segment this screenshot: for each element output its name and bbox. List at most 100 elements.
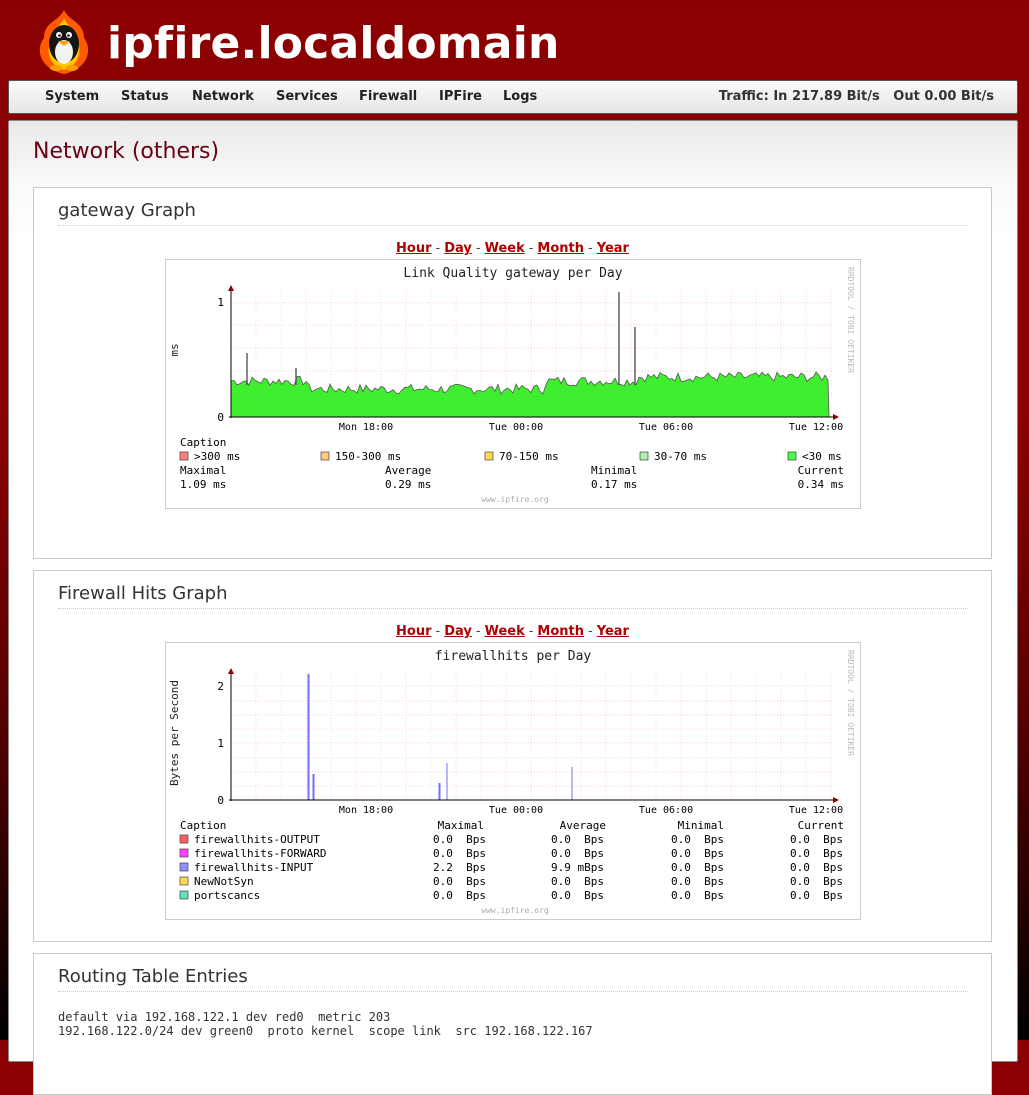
legend-swatch-300 xyxy=(179,451,189,461)
legend-swatch-70-150 xyxy=(484,451,494,461)
legend-label-150-300: 150-300 ms xyxy=(335,450,401,463)
firewall-xtick-1: Mon 18:00 xyxy=(339,805,393,816)
fw-forward-max: 0.0 Bps xyxy=(433,847,486,860)
gateway-y-arrow xyxy=(228,285,234,291)
gateway-watermark: RRDTOOL / TOBI OETIKER xyxy=(846,267,855,373)
firewall-tab-month[interactable]: Month xyxy=(537,624,584,639)
stat-value-min: 0.17 ms xyxy=(591,478,637,491)
stat-header-min: Minimal xyxy=(591,464,637,477)
header: ipfire.localdomain xyxy=(0,0,1029,80)
fw-swatch-forward xyxy=(179,848,189,858)
fw-header-avg: Average xyxy=(560,819,606,832)
fw-portscancs-avg: 0.0 Bps xyxy=(551,889,604,902)
gateway-xtick-1: Mon 18:00 xyxy=(339,422,393,433)
nav-firewall[interactable]: Firewall xyxy=(359,81,417,113)
fw-label-portscancs: portscancs xyxy=(194,889,260,902)
nav-logs[interactable]: Logs xyxy=(503,81,537,113)
firewall-graph-image[interactable]: firewallhits per Day Bytes per Second 2 … xyxy=(165,642,861,920)
firewall-grid xyxy=(230,673,834,800)
fw-input-min: 0.0 Bps xyxy=(671,861,724,874)
firewall-tab-hour[interactable]: Hour xyxy=(396,624,431,639)
stat-header-cur: Current xyxy=(798,464,844,477)
nav-status[interactable]: Status xyxy=(121,81,169,113)
routing-table-entries: default via 192.168.122.1 dev red0 metri… xyxy=(58,1010,593,1038)
firewall-xtick-4: Tue 12:00 xyxy=(789,805,843,816)
fw-output-max: 0.0 Bps xyxy=(433,833,486,846)
main-navbar: System Status Network Services Firewall … xyxy=(8,80,1018,114)
nav-system[interactable]: System xyxy=(45,81,99,113)
gateway-ytick-1: 1 xyxy=(217,296,224,309)
fw-forward-avg: 0.0 Bps xyxy=(551,847,604,860)
gateway-graph-svg: Link Quality gateway per Day ms 1 0 Mon … xyxy=(168,266,855,504)
gateway-graph-title: Link Quality gateway per Day xyxy=(403,266,622,281)
gateway-y-label: ms xyxy=(168,343,181,356)
gateway-tab-year[interactable]: Year xyxy=(597,241,629,256)
firewall-period-tabs: Hour - Day - Week - Month - Year xyxy=(396,624,629,639)
firewall-tab-week[interactable]: Week xyxy=(485,624,525,639)
firewall-footer: www.ipfire.org xyxy=(481,906,549,915)
route-entry: default via 192.168.122.1 dev red0 metri… xyxy=(58,1010,391,1024)
firewall-xtick-2: Tue 00:00 xyxy=(489,805,543,816)
legend-label-30-70: 30-70 ms xyxy=(654,450,707,463)
gateway-xtick-4: Tue 12:00 xyxy=(789,422,843,433)
fw-newnotsyn-min: 0.0 Bps xyxy=(671,875,724,888)
stat-value-max: 1.09 ms xyxy=(180,478,226,491)
gateway-tab-month[interactable]: Month xyxy=(537,241,584,256)
fw-input-cur: 0.0 Bps xyxy=(790,861,843,874)
gateway-graph-image[interactable]: Link Quality gateway per Day ms 1 0 Mon … xyxy=(165,259,861,509)
fw-input-avg: 9.9 mBps xyxy=(551,861,604,874)
fw-newnotsyn-avg: 0.0 Bps xyxy=(551,875,604,888)
legend-swatch-30-70 xyxy=(639,451,649,461)
page-title: Network (others) xyxy=(33,139,220,164)
gateway-tab-hour[interactable]: Hour xyxy=(396,241,431,256)
fw-swatch-newnotsyn xyxy=(179,876,189,886)
gateway-caption: Caption xyxy=(180,436,226,449)
fw-header-max: Maximal xyxy=(438,819,484,832)
firewall-graph-title: firewallhits per Day xyxy=(435,649,592,664)
routing-table-box: Routing Table Entries default via 192.16… xyxy=(33,953,992,1095)
firewall-tab-year[interactable]: Year xyxy=(597,624,629,639)
stat-value-avg: 0.29 ms xyxy=(385,478,431,491)
stat-value-cur: 0.34 ms xyxy=(798,478,844,491)
ipfire-logo[interactable] xyxy=(34,8,94,76)
legend-swatch-150-300 xyxy=(320,451,330,461)
gateway-ytick-0: 0 xyxy=(217,411,224,424)
firewall-tab-day[interactable]: Day xyxy=(444,624,472,639)
firewall-xtick-3: Tue 06:00 xyxy=(639,805,693,816)
gateway-tab-week[interactable]: Week xyxy=(485,241,525,256)
stat-header-max: Maximal xyxy=(180,464,226,477)
fw-swatch-output xyxy=(179,834,189,844)
fw-label-input: firewallhits-INPUT xyxy=(194,861,314,874)
fw-output-cur: 0.0 Bps xyxy=(790,833,843,846)
legend-label-300: >300 ms xyxy=(194,450,240,463)
gateway-period-tabs: Hour - Day - Week - Month - Year xyxy=(396,241,629,256)
nav-network[interactable]: Network xyxy=(192,81,254,113)
gateway-section-title: gateway Graph xyxy=(58,200,968,226)
fw-header-caption: Caption xyxy=(180,819,226,832)
site-title: ipfire.localdomain xyxy=(107,18,560,69)
firewall-x-arrow xyxy=(833,797,839,803)
stat-header-avg: Average xyxy=(385,464,431,477)
legend-label-70-150: 70-150 ms xyxy=(499,450,559,463)
fw-newnotsyn-max: 0.0 Bps xyxy=(433,875,486,888)
firewall-input-spikes xyxy=(307,674,573,800)
firewall-y-arrow xyxy=(228,668,234,674)
fw-label-newnotsyn: NewNotSyn xyxy=(194,875,254,888)
nav-services[interactable]: Services xyxy=(276,81,338,113)
fw-output-min: 0.0 Bps xyxy=(671,833,724,846)
fw-portscancs-min: 0.0 Bps xyxy=(671,889,724,902)
fw-header-cur: Current xyxy=(798,819,844,832)
fw-swatch-portscancs xyxy=(179,890,189,900)
firewall-y-label: Bytes per Second xyxy=(168,680,181,786)
firewall-ytick-2: 2 xyxy=(217,680,224,693)
traffic-status: Traffic: In 217.89 Bit/s Out 0.00 Bit/s xyxy=(718,89,994,104)
fw-swatch-input xyxy=(179,862,189,872)
fw-input-max: 2.2 Bps xyxy=(433,861,486,874)
fw-output-avg: 0.0 Bps xyxy=(551,833,604,846)
firewall-graph-box: Firewall Hits Graph Hour - Day - Week - Month -… xyxy=(33,570,992,942)
fw-portscancs-cur: 0.0 Bps xyxy=(790,889,843,902)
gateway-tab-day[interactable]: Day xyxy=(444,241,472,256)
firewall-section-title: Firewall Hits Graph xyxy=(58,583,968,609)
gateway-xtick-2: Tue 00:00 xyxy=(489,422,543,433)
nav-ipfire[interactable]: IPFire xyxy=(439,81,482,113)
